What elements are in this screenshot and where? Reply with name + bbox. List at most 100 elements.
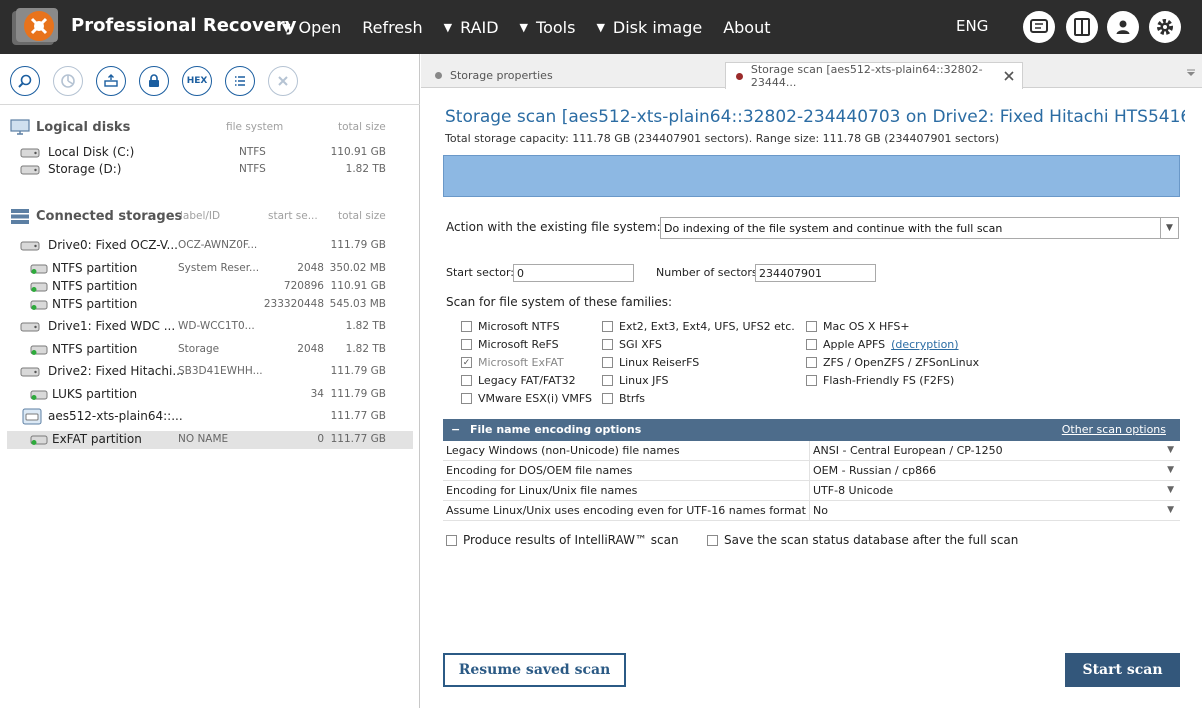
checkbox-reiserfs[interactable]: Linux ReiserFS xyxy=(602,356,699,369)
col-header-total-size: total size xyxy=(338,121,386,133)
tree-item-partition[interactable]: NTFS partition System Reser... 2048 350.… xyxy=(0,260,420,278)
hex-icon: HEX xyxy=(186,76,208,86)
language-selector[interactable]: ENG xyxy=(956,17,988,35)
close-storage-button[interactable] xyxy=(268,66,298,96)
encrypted-volume-icon xyxy=(22,408,42,425)
checkbox-btrfs[interactable]: Btrfs xyxy=(602,392,645,405)
monitor-icon xyxy=(10,118,30,135)
decrypt-button[interactable] xyxy=(139,66,169,96)
tab-status-dot xyxy=(736,72,743,80)
checkbox-ext[interactable]: Ext2, Ext3, Ext4, UFS, UFS2 etc. xyxy=(602,320,795,333)
menu-disk-image[interactable]: ▼ Disk image xyxy=(596,18,702,37)
tab-storage-scan[interactable]: Storage scan [aes512-xts-plain64::32802-… xyxy=(725,62,1023,89)
tree-item-partition-selected[interactable]: ExFAT partition NO NAME 0 111.77 GB xyxy=(7,431,413,449)
checkbox-f2fs[interactable]: Flash-Friendly FS (F2FS) xyxy=(806,374,954,387)
encoding-options-header[interactable]: − File name encoding options Other scan … xyxy=(443,419,1180,441)
hex-viewer-button[interactable]: HEX xyxy=(182,66,212,96)
decryption-link[interactable]: (decryption) xyxy=(891,338,958,351)
tree-item-partition[interactable]: NTFS partition 233320448 545.03 MB xyxy=(0,296,420,314)
other-scan-options-link[interactable]: Other scan options xyxy=(1062,423,1166,436)
storage-capacity-info: Total storage capacity: 111.78 GB (23440… xyxy=(445,132,1000,145)
list-icon xyxy=(235,76,245,86)
scan-map-bar xyxy=(443,155,1180,197)
tab-list-dropdown-icon[interactable] xyxy=(1186,69,1196,77)
menu-open[interactable]: ▼ Open xyxy=(282,18,341,37)
encoding-select[interactable]: ANSI - Central European / CP-1250 ▼ xyxy=(809,441,1180,461)
search-button[interactable] xyxy=(10,66,40,96)
menu-raid[interactable]: ▼ RAID xyxy=(444,18,499,37)
chevron-down-icon: ▼ xyxy=(1167,485,1174,495)
user-button[interactable] xyxy=(1107,11,1139,43)
settings-button[interactable] xyxy=(1149,11,1181,43)
title-bar: Professional Recovery ▼ Open Refresh ▼ RAI… xyxy=(0,0,1202,54)
tree-item-drive0[interactable]: Drive0: Fixed OCZ-V... OCZ-AWNZ0F... 111… xyxy=(0,237,420,255)
partition-icon xyxy=(30,345,48,355)
checkbox-hfs[interactable]: Mac OS X HFS+ xyxy=(806,320,910,333)
checkbox-apfs[interactable]: Apple APFS (decryption) xyxy=(806,338,959,351)
menu-refresh[interactable]: Refresh xyxy=(362,18,422,37)
dropdown-triangle-icon: ▼ xyxy=(443,20,453,34)
storage-stack-icon xyxy=(11,208,29,224)
encoding-select[interactable]: UTF-8 Unicode ▼ xyxy=(809,481,1180,501)
menu-about[interactable]: About xyxy=(723,18,770,37)
tab-storage-properties[interactable]: Storage properties xyxy=(421,62,725,88)
start-sector-input[interactable]: 0 xyxy=(513,264,634,282)
sector-count-input[interactable]: 234407901 xyxy=(755,264,876,282)
chevron-down-icon: ▼ xyxy=(1167,465,1174,475)
partition-icon xyxy=(30,282,48,292)
tree-item-drive1[interactable]: Drive1: Fixed WDC ... WD-WCC1T0... 1.82 … xyxy=(0,318,420,336)
families-label: Scan for file system of these families: xyxy=(446,295,673,309)
tree-item-partition[interactable]: LUKS partition 34 111.79 GB xyxy=(0,386,420,404)
tree-item-drive2[interactable]: Drive2: Fixed Hitachi... SB3D41EWHH... 1… xyxy=(0,363,420,381)
partition-icon xyxy=(30,435,48,445)
hard-drive-icon xyxy=(20,148,40,158)
encoding-row: Encoding for DOS/OEM file names OEM - Ru… xyxy=(443,461,1180,481)
start-scan-button[interactable]: Start scan xyxy=(1065,653,1180,687)
checkbox-zfs[interactable]: ZFS / OpenZFS / ZFSonLinux xyxy=(806,356,979,369)
checkbox-refs[interactable]: Microsoft ReFS xyxy=(461,338,559,351)
pie-chart-icon xyxy=(61,74,75,88)
list-item[interactable]: Storage (D:) NTFS 1.82 TB xyxy=(0,161,420,179)
chevron-down-icon: ▼ xyxy=(1167,505,1174,515)
encoding-select[interactable]: OEM - Russian / cp866 ▼ xyxy=(809,461,1180,481)
collapse-icon: − xyxy=(451,423,461,436)
tree-item-partition[interactable]: NTFS partition Storage 2048 1.82 TB xyxy=(0,341,420,359)
resume-saved-scan-button[interactable]: Resume saved scan xyxy=(443,653,626,687)
partition-chart-button[interactable] xyxy=(53,66,83,96)
hard-drive-icon xyxy=(20,165,40,175)
checkbox-xfs[interactable]: SGI XFS xyxy=(602,338,662,351)
checkbox-vmfs[interactable]: VMware ESX(i) VMFS xyxy=(461,392,592,405)
toolbar-divider xyxy=(0,104,420,105)
message-icon xyxy=(1030,19,1048,33)
close-tab-icon[interactable] xyxy=(1004,71,1014,81)
tree-item-partition[interactable]: NTFS partition 720896 110.91 GB xyxy=(0,278,420,296)
hard-drive-icon xyxy=(20,241,40,251)
encoding-select[interactable]: No ▼ xyxy=(809,501,1180,521)
panel-icon xyxy=(1074,18,1090,36)
list-item[interactable]: Local Disk (C:) NTFS 110.91 GB xyxy=(0,144,420,162)
dropdown-triangle-icon: ▼ xyxy=(596,20,605,34)
tab-bar: Storage properties Storage scan [aes512-… xyxy=(421,54,1202,89)
tree-item-encrypted-volume[interactable]: aes512-xts-plain64::... 111.77 GB xyxy=(0,408,420,426)
checkbox-fat[interactable]: Legacy FAT/FAT32 xyxy=(461,374,576,387)
partition-icon xyxy=(30,300,48,310)
scan-panel: Storage properties Storage scan [aes512-… xyxy=(421,54,1202,708)
panel-layout-button[interactable] xyxy=(1066,11,1098,43)
action-label: Action with the existing file system: xyxy=(446,220,661,234)
col-header-file-system: file system xyxy=(226,121,284,133)
sector-count-label: Number of sectors: xyxy=(656,266,762,279)
messages-button[interactable] xyxy=(1023,11,1055,43)
check-icon: ✓ xyxy=(461,357,472,368)
action-select[interactable]: Do indexing of the file system and conti… xyxy=(660,217,1179,239)
checkbox-exfat[interactable]: ✓ Microsoft ExFAT xyxy=(461,356,564,369)
properties-button[interactable] xyxy=(225,66,255,96)
checkbox-save-status-db[interactable]: Save the scan status database after the … xyxy=(707,533,1018,547)
app-logo-icon xyxy=(12,8,58,45)
gear-icon xyxy=(1157,19,1173,35)
checkbox-ntfs[interactable]: Microsoft NTFS xyxy=(461,320,560,333)
checkbox-intelliraw[interactable]: Produce results of IntelliRAW™ scan xyxy=(446,533,679,547)
checkbox-jfs[interactable]: Linux JFS xyxy=(602,374,669,387)
create-image-button[interactable] xyxy=(96,66,126,96)
menu-tools[interactable]: ▼ Tools xyxy=(520,18,576,37)
dropdown-triangle-icon: ▼ xyxy=(519,20,529,34)
